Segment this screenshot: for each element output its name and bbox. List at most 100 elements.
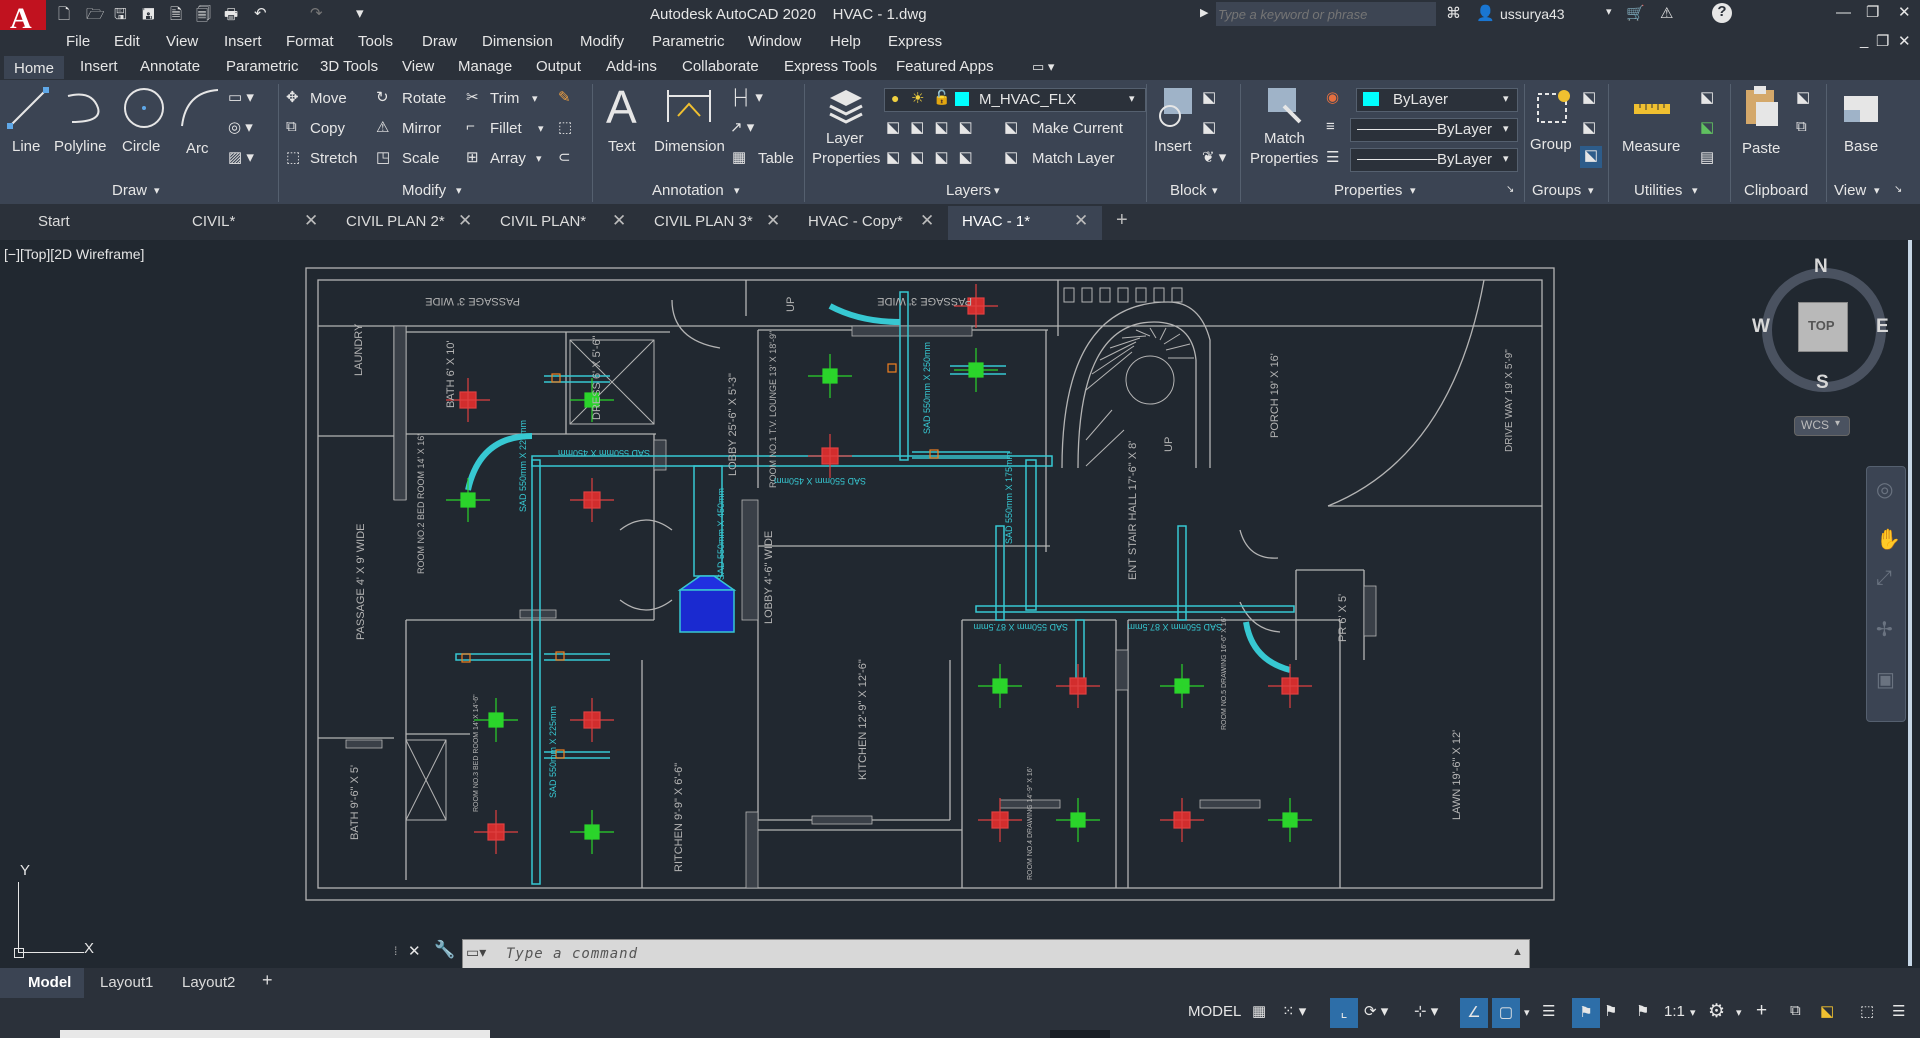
layout-tab-layout2[interactable]: Layout2: [182, 974, 235, 991]
linear-dim-icon[interactable]: ├┤ ▾: [730, 88, 763, 106]
menu-insert[interactable]: Insert: [224, 33, 262, 50]
open-icon[interactable]: 🗁: [86, 4, 105, 29]
ungroup-icon[interactable]: ⬕: [1582, 88, 1596, 106]
steering-wheel-icon[interactable]: ◎: [1876, 477, 1893, 502]
text-button[interactable]: A Text: [600, 81, 644, 166]
linetype-dropdown[interactable]: ByLayer ▾: [1350, 148, 1518, 172]
viewcube[interactable]: TOP N S W E: [1752, 256, 1889, 393]
add-layout-icon[interactable]: +: [262, 970, 273, 991]
utilities-panel-title[interactable]: Utilities: [1634, 182, 1682, 199]
properties-panel-chevron-icon[interactable]: ▾: [1410, 184, 1416, 197]
fillet-chevron-icon[interactable]: ▾: [538, 122, 544, 135]
polar-icon[interactable]: ⟳ ▾: [1364, 1002, 1388, 1020]
units-icon[interactable]: ⧉: [1790, 1002, 1801, 1019]
fillet-button[interactable]: Fillet: [490, 120, 522, 137]
layout-tab-layout1[interactable]: Layout1: [100, 974, 153, 991]
group-edit-icon[interactable]: ⬕: [1582, 118, 1596, 136]
hardware-acceleration-icon[interactable]: ⬕: [1820, 1002, 1834, 1020]
circle-button[interactable]: Circle: [116, 86, 172, 166]
tab-annotate[interactable]: Annotate: [140, 58, 200, 75]
menu-modify[interactable]: Modify: [580, 33, 624, 50]
pan-icon[interactable]: ✋: [1876, 527, 1901, 552]
command-grip-icon[interactable]: ⁞: [394, 944, 397, 958]
undo-icon[interactable]: ↶: [254, 4, 267, 22]
tab-add-ins[interactable]: Add-ins: [606, 58, 657, 75]
orbit-icon[interactable]: ✢: [1876, 617, 1893, 642]
menu-file[interactable]: File: [66, 33, 90, 50]
doc-restore-icon[interactable]: ❐: [1876, 32, 1889, 50]
navigation-bar[interactable]: ◎ ✋ ⤢ ✢ ▣: [1866, 466, 1906, 722]
grid-icon[interactable]: ▦: [1252, 1002, 1266, 1020]
save-web-icon[interactable]: 🗐: [196, 4, 211, 29]
user-menu-chevron-icon[interactable]: ▾: [1606, 5, 1612, 18]
object-snap-tracking-icon[interactable]: ∠: [1460, 998, 1488, 1028]
compass-n[interactable]: N: [1814, 256, 1828, 278]
annotation-scale-chevron-icon[interactable]: ▾: [1690, 1006, 1696, 1019]
annotation-visibility-icon[interactable]: ⚑: [1572, 998, 1600, 1028]
zoom-extents-icon[interactable]: ⤢: [1876, 567, 1892, 590]
line-button[interactable]: Line: [4, 86, 50, 166]
layer-dropdown[interactable]: ● ☀ 🔓 M_HVAC_FLX ▾: [884, 88, 1146, 112]
trim-chevron-icon[interactable]: ▾: [532, 92, 538, 105]
redo-icon[interactable]: ↷: [310, 4, 323, 22]
group-button[interactable]: Group: [1530, 86, 1580, 166]
lineweight-dropdown[interactable]: ByLayer ▾: [1350, 118, 1518, 142]
leader-icon[interactable]: ↗ ▾: [730, 118, 754, 136]
annotation-monitor-icon[interactable]: +: [1756, 1000, 1767, 1022]
close-tab-civil-plan-2-icon[interactable]: ✕: [458, 211, 472, 231]
minimize-icon[interactable]: —: [1836, 4, 1851, 21]
calculator-icon[interactable]: ▤: [1700, 148, 1714, 166]
object-snap-chevron-icon[interactable]: ▾: [1524, 1006, 1530, 1019]
snap-icon[interactable]: ⁙ ▾: [1282, 1002, 1306, 1020]
groups-panel-chevron-icon[interactable]: ▾: [1588, 184, 1594, 197]
block-panel-chevron-icon[interactable]: ▾: [1212, 184, 1218, 197]
select-all-icon[interactable]: ⬕: [1700, 118, 1714, 136]
close-tab-hvac-1-icon[interactable]: ✕: [1074, 211, 1088, 231]
menu-dimension[interactable]: Dimension: [482, 33, 553, 50]
new-tab-icon[interactable]: +: [1116, 209, 1128, 232]
user-icon[interactable]: 👤: [1476, 4, 1495, 22]
binoculars-icon[interactable]: ⌘: [1446, 4, 1461, 22]
tab-output[interactable]: Output: [536, 58, 581, 75]
doc-tab-civil-plan-3[interactable]: CIVIL PLAN 3*: [654, 213, 753, 230]
annotation-scale-icon[interactable]: ⚑: [1636, 1002, 1649, 1020]
doc-tab-civil[interactable]: CIVIL*: [192, 213, 235, 230]
erase-icon[interactable]: ✎: [558, 88, 571, 106]
vertical-scrollbar[interactable]: [1908, 240, 1912, 966]
doc-close-icon[interactable]: ✕: [1898, 32, 1911, 50]
menu-help[interactable]: Help: [830, 33, 861, 50]
polyline-button[interactable]: Polyline: [52, 86, 112, 166]
plot-icon[interactable]: 🖶: [224, 4, 238, 29]
color-dropdown[interactable]: ByLayer ▾: [1356, 88, 1518, 112]
doc-tab-civil-plan[interactable]: CIVIL PLAN*: [500, 213, 586, 230]
customize-status-icon[interactable]: ☰: [1892, 1002, 1905, 1020]
autoscale-icon[interactable]: ⚑: [1604, 1002, 1617, 1020]
tab-3d-tools[interactable]: 3D Tools: [320, 58, 378, 75]
copy-button[interactable]: Copy: [310, 120, 345, 137]
ribbon-toggle-icon[interactable]: ▭ ▾: [1032, 59, 1054, 75]
tab-insert[interactable]: Insert: [80, 58, 118, 75]
hatch-pattern-icon[interactable]: ▨ ▾: [228, 148, 254, 166]
close-tab-hvac-copy-icon[interactable]: ✕: [920, 211, 934, 231]
annotation-scale-value[interactable]: 1:1: [1664, 1003, 1685, 1020]
trim-button[interactable]: Trim: [490, 90, 519, 107]
base-button[interactable]: Base: [1836, 86, 1886, 166]
arc-button[interactable]: Arc: [176, 86, 222, 166]
utilities-panel-chevron-icon[interactable]: ▾: [1692, 184, 1698, 197]
layers-panel-chevron-icon[interactable]: ▾: [994, 184, 1000, 197]
doc-tab-start[interactable]: Start: [38, 213, 70, 230]
dimension-button[interactable]: Dimension: [652, 86, 726, 166]
restore-icon[interactable]: ❐: [1866, 3, 1879, 21]
create-block-icon[interactable]: ⬕: [1202, 88, 1216, 106]
compass-w[interactable]: W: [1752, 316, 1770, 338]
cut-icon[interactable]: ⬕: [1796, 88, 1810, 106]
command-prompt-icon[interactable]: ▭▾: [466, 944, 486, 961]
command-history-icon[interactable]: ▲: [1512, 946, 1523, 958]
isodraft-icon[interactable]: ⊹ ▾: [1414, 1002, 1438, 1020]
close-tab-civil-plan-icon[interactable]: ✕: [612, 211, 626, 231]
menu-draw[interactable]: Draw: [422, 33, 457, 50]
clipboard-panel-title[interactable]: Clipboard: [1744, 182, 1808, 199]
layer-tools-icons-row2[interactable]: ⬕⬕⬕⬕: [886, 148, 983, 166]
tab-manage[interactable]: Manage: [458, 58, 512, 75]
menu-view[interactable]: View: [166, 33, 198, 50]
